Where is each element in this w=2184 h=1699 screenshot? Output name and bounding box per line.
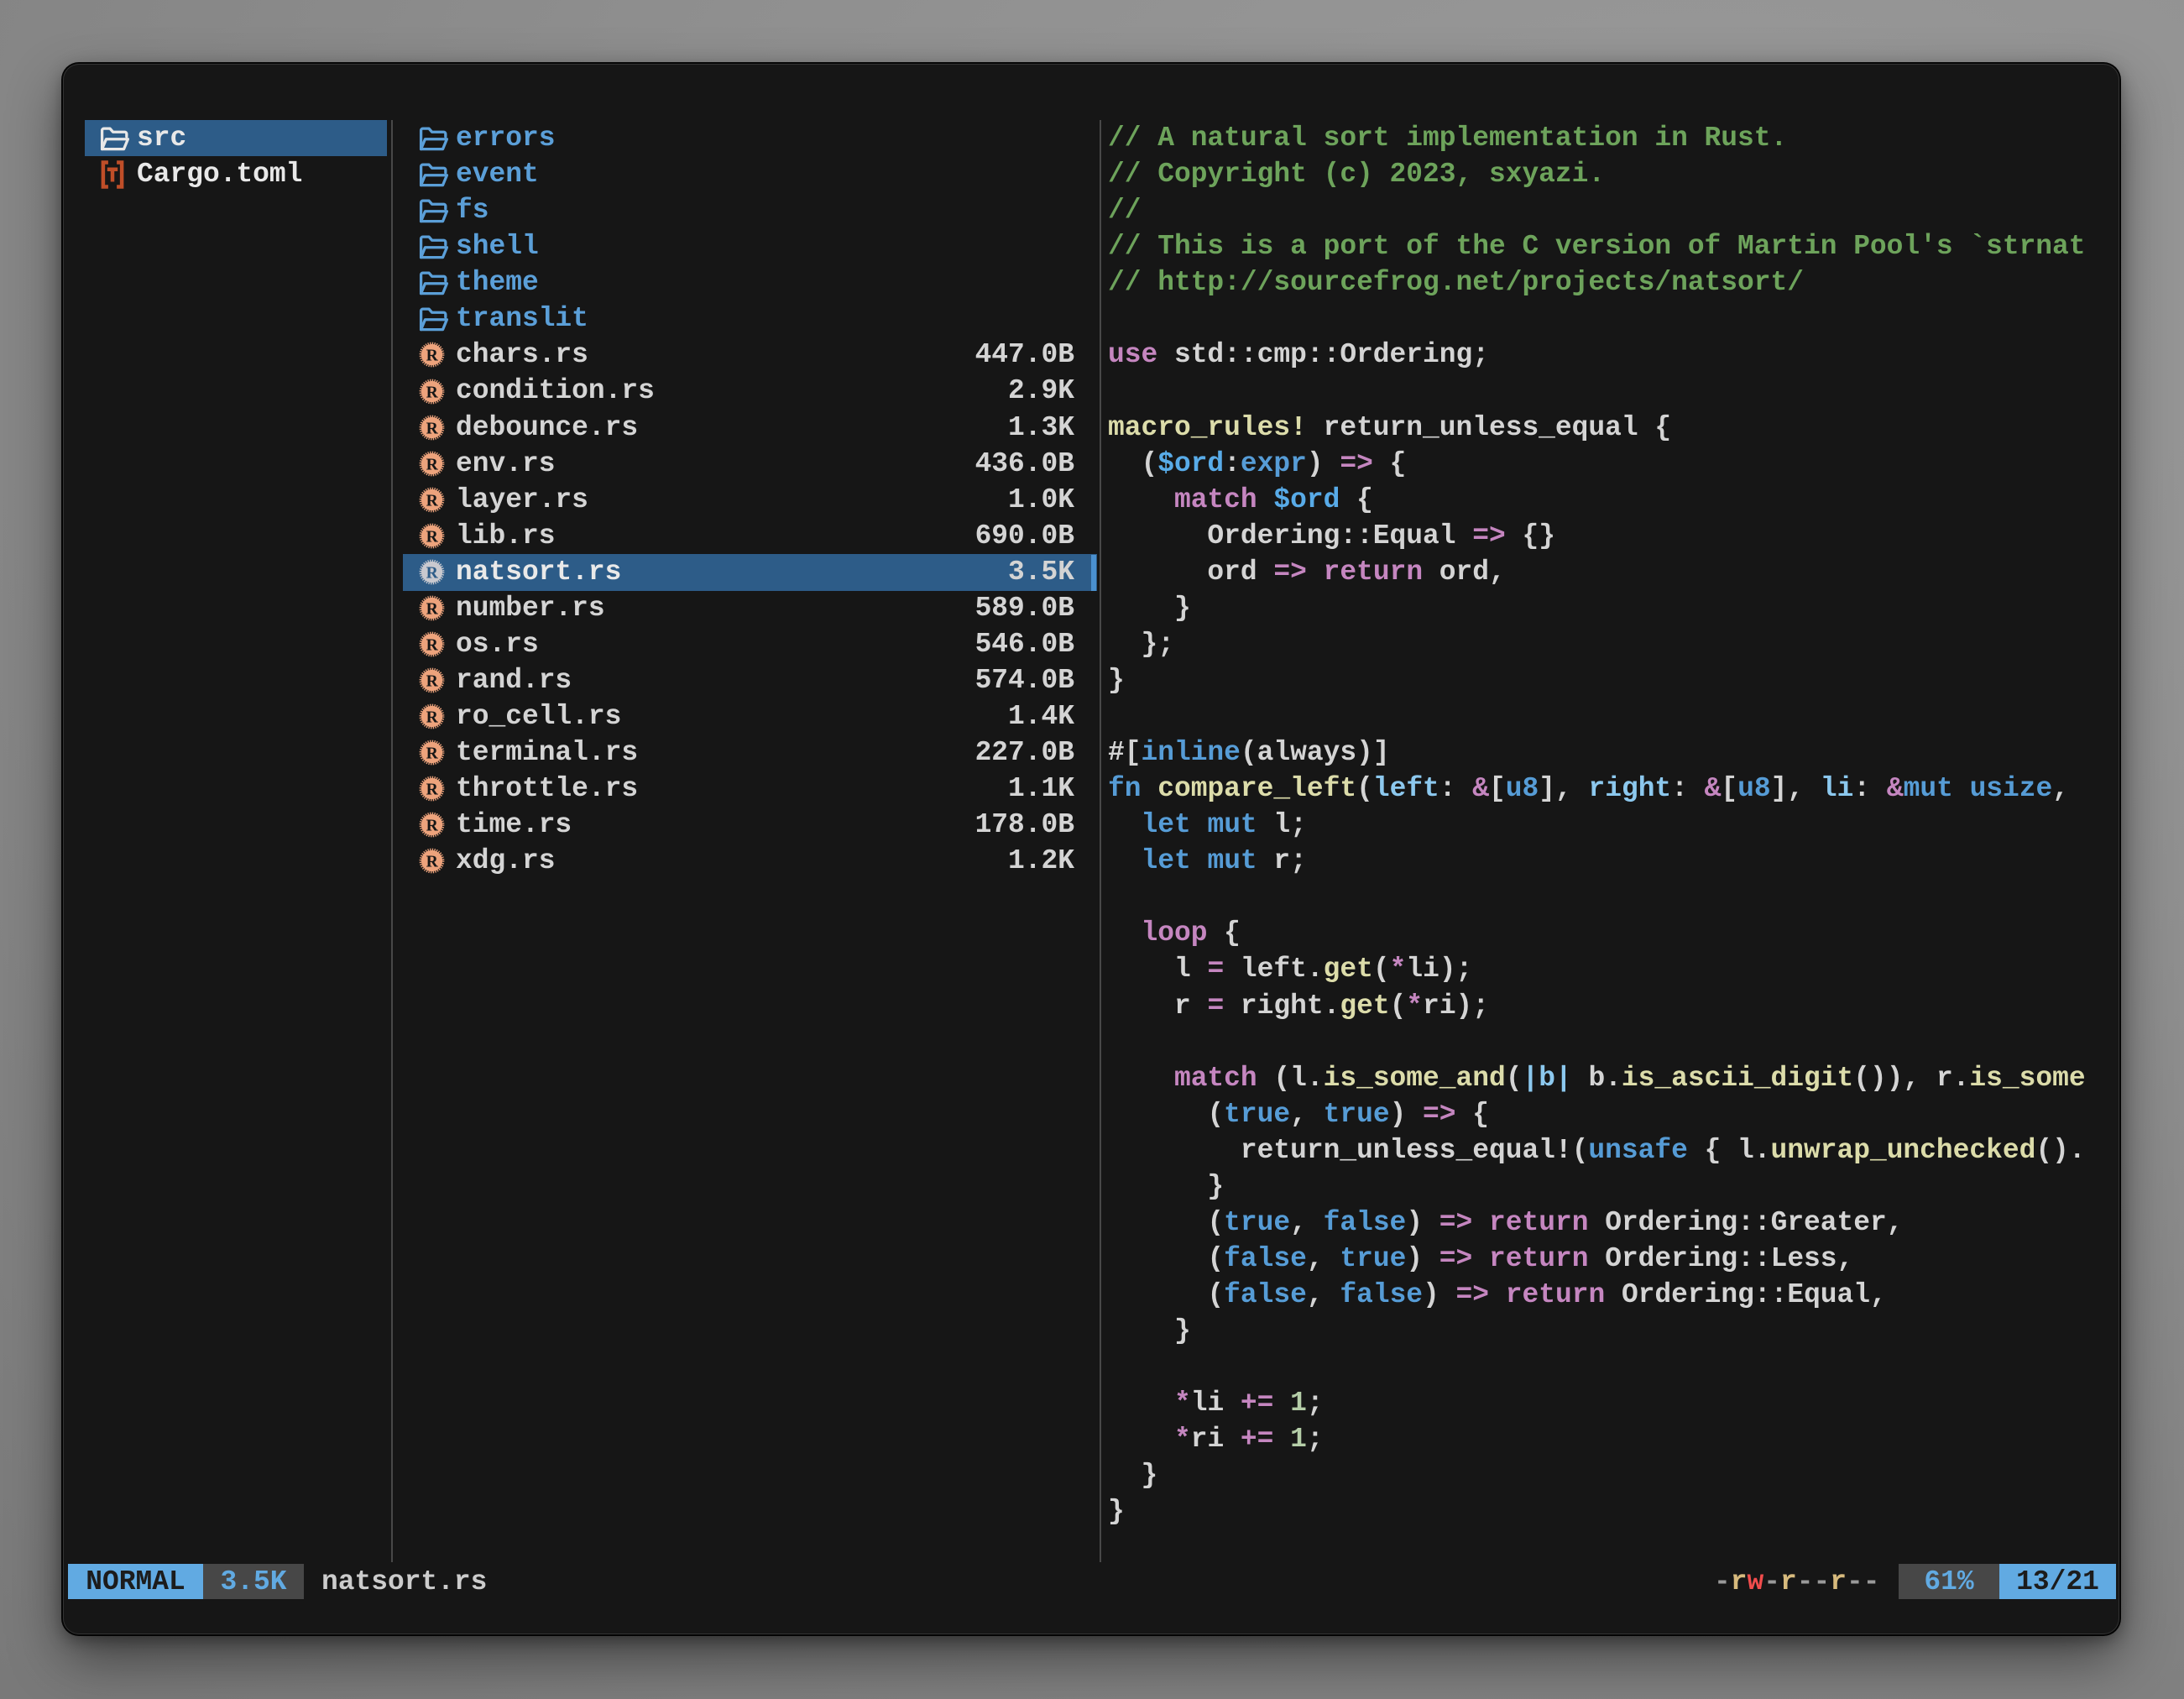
svg-text:R: R [426, 818, 439, 835]
svg-text:R: R [426, 420, 439, 437]
svg-text:R: R [426, 564, 439, 582]
svg-text:R: R [426, 528, 439, 546]
svg-text:R: R [426, 854, 439, 871]
svg-text:R: R [426, 782, 439, 799]
svg-text:R: R [426, 745, 439, 763]
svg-text:R: R [426, 384, 439, 401]
svg-text:R: R [426, 348, 439, 365]
svg-text:R: R [426, 600, 439, 618]
svg-text:R: R [426, 456, 439, 473]
svg-text:R: R [426, 636, 439, 654]
svg-text:R: R [426, 672, 439, 690]
svg-text:R: R [426, 708, 439, 726]
svg-text:R: R [426, 492, 439, 510]
